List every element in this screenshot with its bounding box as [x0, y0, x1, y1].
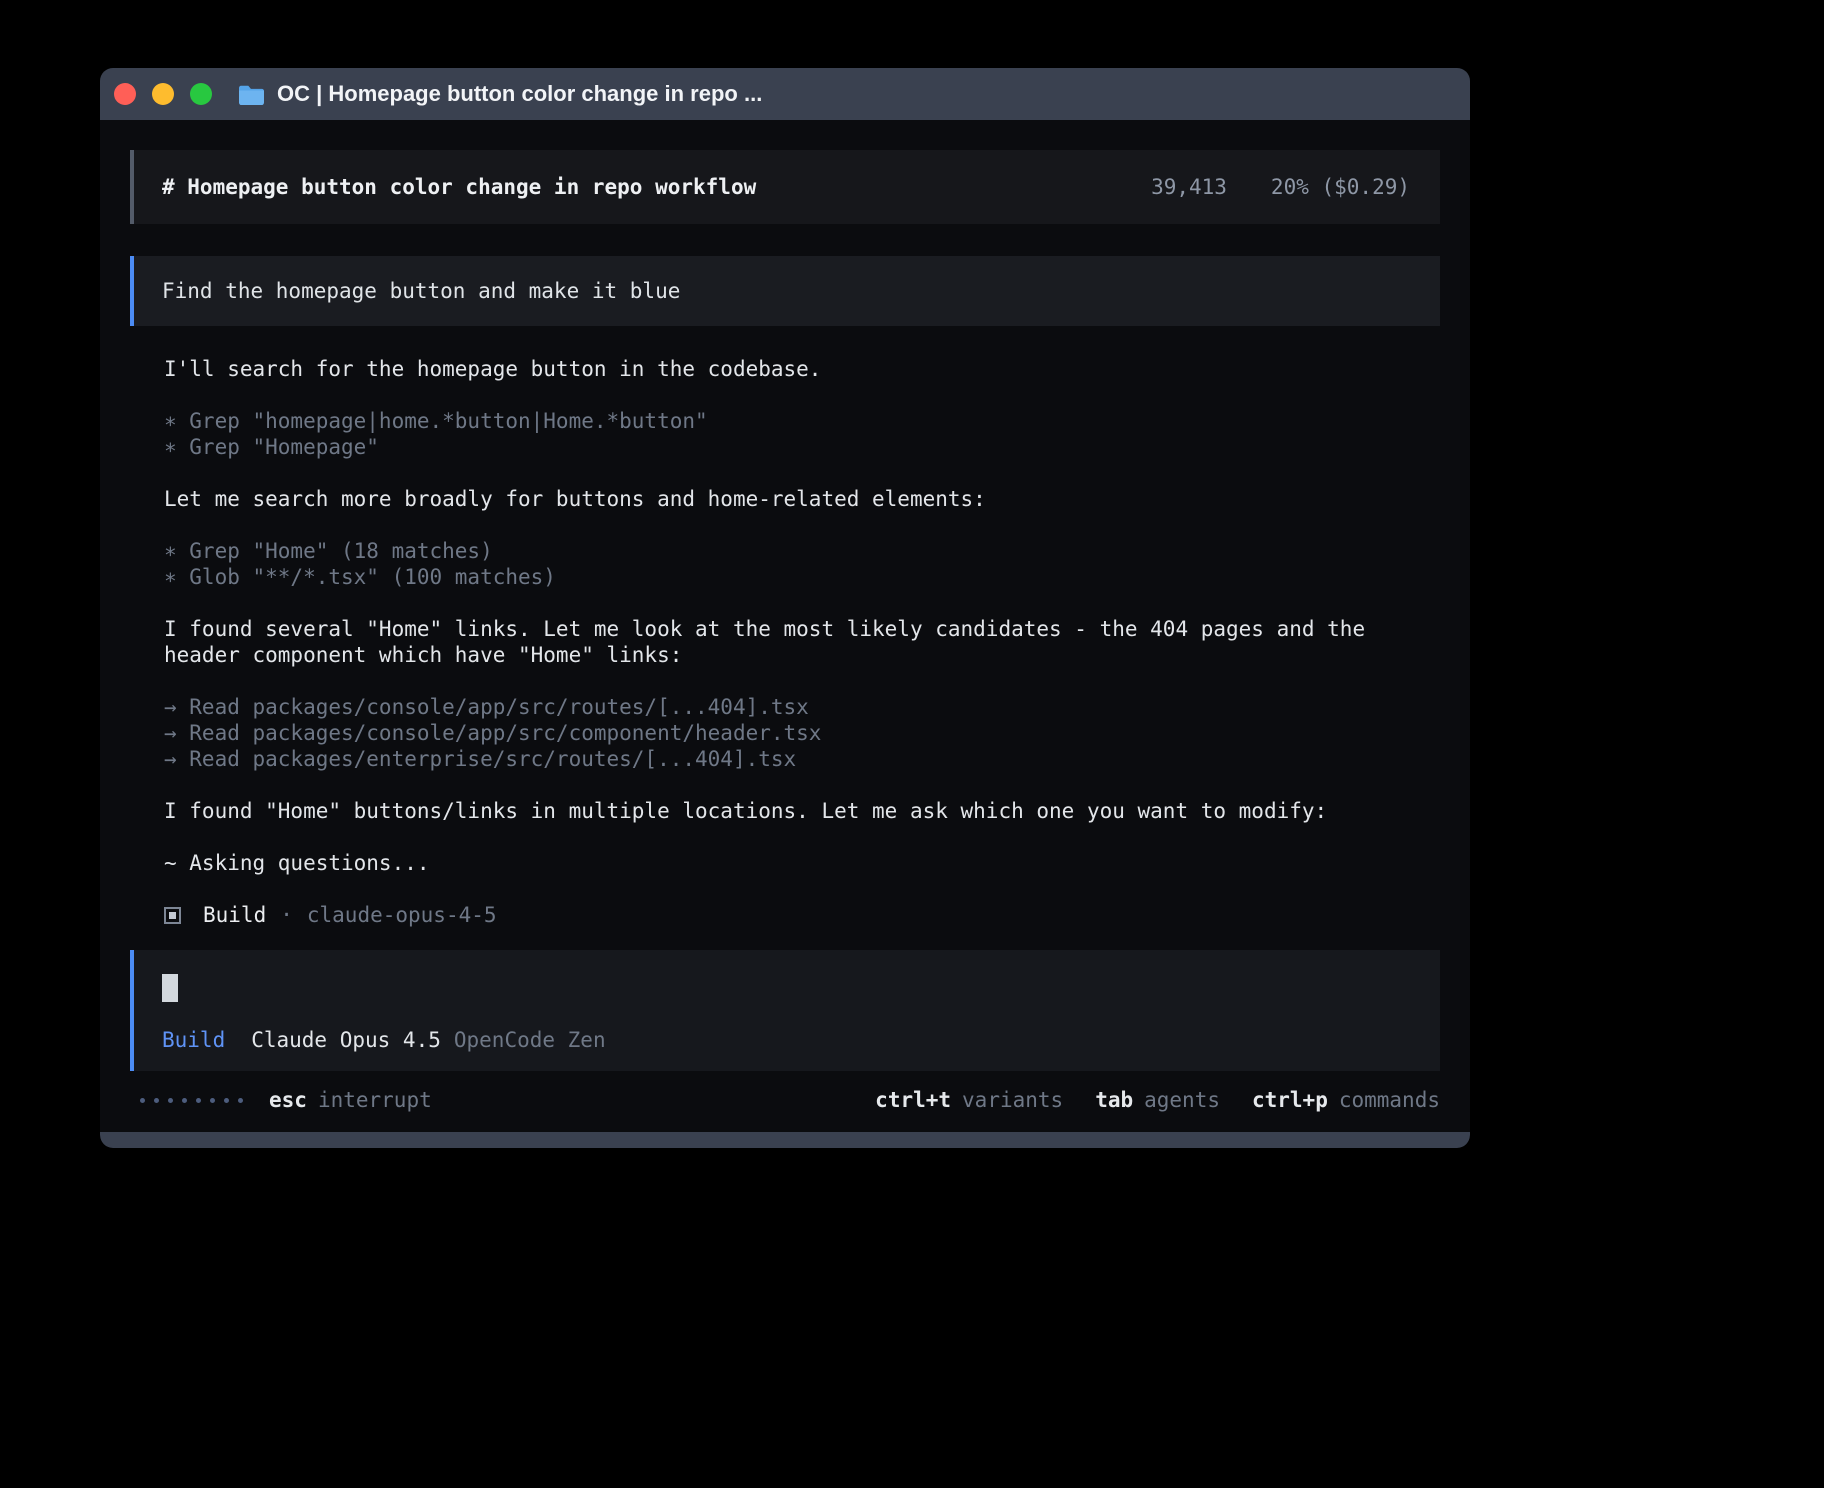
shortcut-agents: tab agents [1095, 1087, 1220, 1113]
interrupt-label: interrupt [318, 1087, 432, 1113]
agent-status-row: Build · claude-opus-4-5 [164, 902, 1440, 928]
agents-label: agents [1144, 1087, 1220, 1113]
session-header: # Homepage button color change in repo w… [130, 150, 1440, 224]
user-message-text: Find the homepage button and make it blu… [162, 279, 680, 303]
status-bar: esc interrupt ctrl+t variants tab agents… [130, 1087, 1440, 1113]
titlebar-title-wrap: OC | Homepage button color change in rep… [238, 81, 762, 107]
provider-label: OpenCode Zen [454, 1027, 606, 1053]
shortcut-commands: ctrl+p commands [1252, 1087, 1440, 1113]
model-label: Claude Opus 4.5 [251, 1027, 441, 1053]
input-status-line: Build Claude Opus 4.5 OpenCode Zen [162, 1027, 1412, 1053]
tool-call-group: ∗ Grep "Home" (18 matches) ∗ Glob "**/*.… [164, 538, 1440, 590]
window-bottom-edge [100, 1132, 1470, 1148]
terminal-window: OC | Homepage button color change in rep… [100, 68, 1470, 1148]
esc-key: esc [269, 1087, 307, 1113]
grep-tool-call: ∗ Grep "Homepage" [164, 434, 1440, 460]
mode-label: Build [162, 1027, 225, 1053]
window-title: OC | Homepage button color change in rep… [277, 81, 762, 107]
session-stats: 39,413 20% ($0.29) [1151, 174, 1410, 200]
assistant-paragraph: I found "Home" buttons/links in multiple… [164, 798, 1440, 824]
minimize-button[interactable] [152, 83, 174, 105]
glob-tool-call: ∗ Glob "**/*.tsx" (100 matches) [164, 564, 1440, 590]
assistant-paragraph: Let me search more broadly for buttons a… [164, 486, 1440, 512]
shortcut-variants: ctrl+t variants [875, 1087, 1063, 1113]
commands-label: commands [1339, 1087, 1440, 1113]
spinner-dots [140, 1098, 243, 1103]
assistant-paragraph: I found several "Home" links. Let me loo… [164, 616, 1440, 668]
agents-key: tab [1095, 1087, 1133, 1113]
variants-key: ctrl+t [875, 1087, 951, 1113]
read-tool-call: → Read packages/console/app/src/componen… [164, 720, 1440, 746]
assistant-transcript: I'll search for the homepage button in t… [164, 356, 1440, 928]
read-tool-group: → Read packages/console/app/src/routes/[… [164, 694, 1440, 772]
agent-name: Build [203, 902, 266, 928]
session-title: # Homepage button color change in repo w… [162, 174, 756, 200]
folder-icon [238, 84, 265, 105]
grep-tool-call: ∗ Grep "homepage|home.*button|Home.*butt… [164, 408, 1440, 434]
agent-separator: · [280, 902, 293, 928]
read-tool-call: → Read packages/console/app/src/routes/[… [164, 694, 1440, 720]
status-line: ~ Asking questions... [164, 850, 1440, 876]
context-usage: 20% ($0.29) [1271, 174, 1410, 200]
tool-call-group: ∗ Grep "homepage|home.*button|Home.*butt… [164, 408, 1440, 460]
zoom-button[interactable] [190, 83, 212, 105]
terminal-content: # Homepage button color change in repo w… [100, 120, 1470, 1132]
user-message: Find the homepage button and make it blu… [130, 256, 1440, 326]
shortcut-interrupt: esc interrupt [269, 1087, 432, 1113]
text-cursor [162, 974, 178, 1002]
read-tool-call: → Read packages/enterprise/src/routes/[.… [164, 746, 1440, 772]
grep-tool-call: ∗ Grep "Home" (18 matches) [164, 538, 1440, 564]
agent-icon [164, 907, 181, 924]
traffic-lights [114, 83, 212, 105]
agent-model: claude-opus-4-5 [307, 902, 497, 928]
status-bar-left: esc interrupt [130, 1087, 432, 1113]
close-button[interactable] [114, 83, 136, 105]
commands-key: ctrl+p [1252, 1087, 1328, 1113]
variants-label: variants [962, 1087, 1063, 1113]
prompt-input[interactable]: Build Claude Opus 4.5 OpenCode Zen [130, 950, 1440, 1071]
status-bar-right: ctrl+t variants tab agents ctrl+p comman… [875, 1087, 1440, 1113]
window-titlebar[interactable]: OC | Homepage button color change in rep… [100, 68, 1470, 120]
token-count: 39,413 [1151, 174, 1227, 200]
assistant-paragraph: I'll search for the homepage button in t… [164, 356, 1440, 382]
